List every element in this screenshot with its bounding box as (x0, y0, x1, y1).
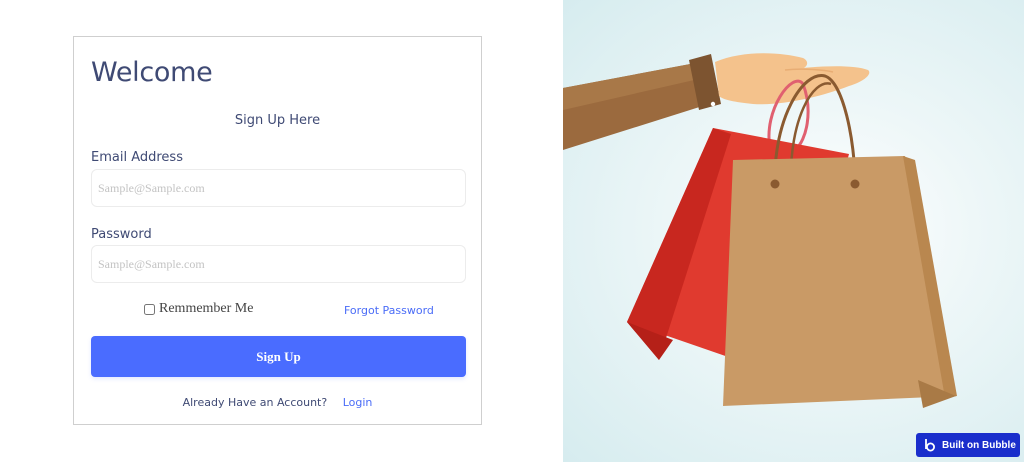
login-link[interactable]: Login (343, 396, 373, 409)
forgot-password-link[interactable]: Forgot Password (344, 304, 434, 317)
remember-label: Remmember Me (159, 301, 254, 316)
hand (715, 53, 870, 105)
remember-checkbox[interactable] (144, 303, 155, 315)
badge-label: Built on Bubble (942, 439, 1016, 451)
password-label: Password (91, 227, 152, 242)
built-on-bubble-badge[interactable]: Built on Bubble (916, 433, 1020, 457)
kraft-bag (723, 74, 957, 408)
signup-card: Welcome Sign Up Here Email Address Passw… (73, 36, 482, 425)
password-field[interactable] (91, 245, 466, 283)
login-prompt: Already Have an Account? Login (74, 396, 481, 409)
bubble-logo-icon (925, 439, 935, 452)
already-have-account-text: Already Have an Account? (182, 396, 328, 409)
remember-me[interactable]: Remmember Me (144, 301, 253, 317)
email-field[interactable] (91, 169, 466, 207)
page-title: Welcome (91, 57, 213, 88)
subtitle: Sign Up Here (234, 113, 321, 128)
sleeve (563, 54, 721, 150)
shopping-bags-illustration (563, 53, 957, 408)
signup-button[interactable]: Sign Up (91, 336, 466, 377)
email-label: Email Address (91, 150, 183, 165)
hero-panel (563, 0, 1024, 462)
